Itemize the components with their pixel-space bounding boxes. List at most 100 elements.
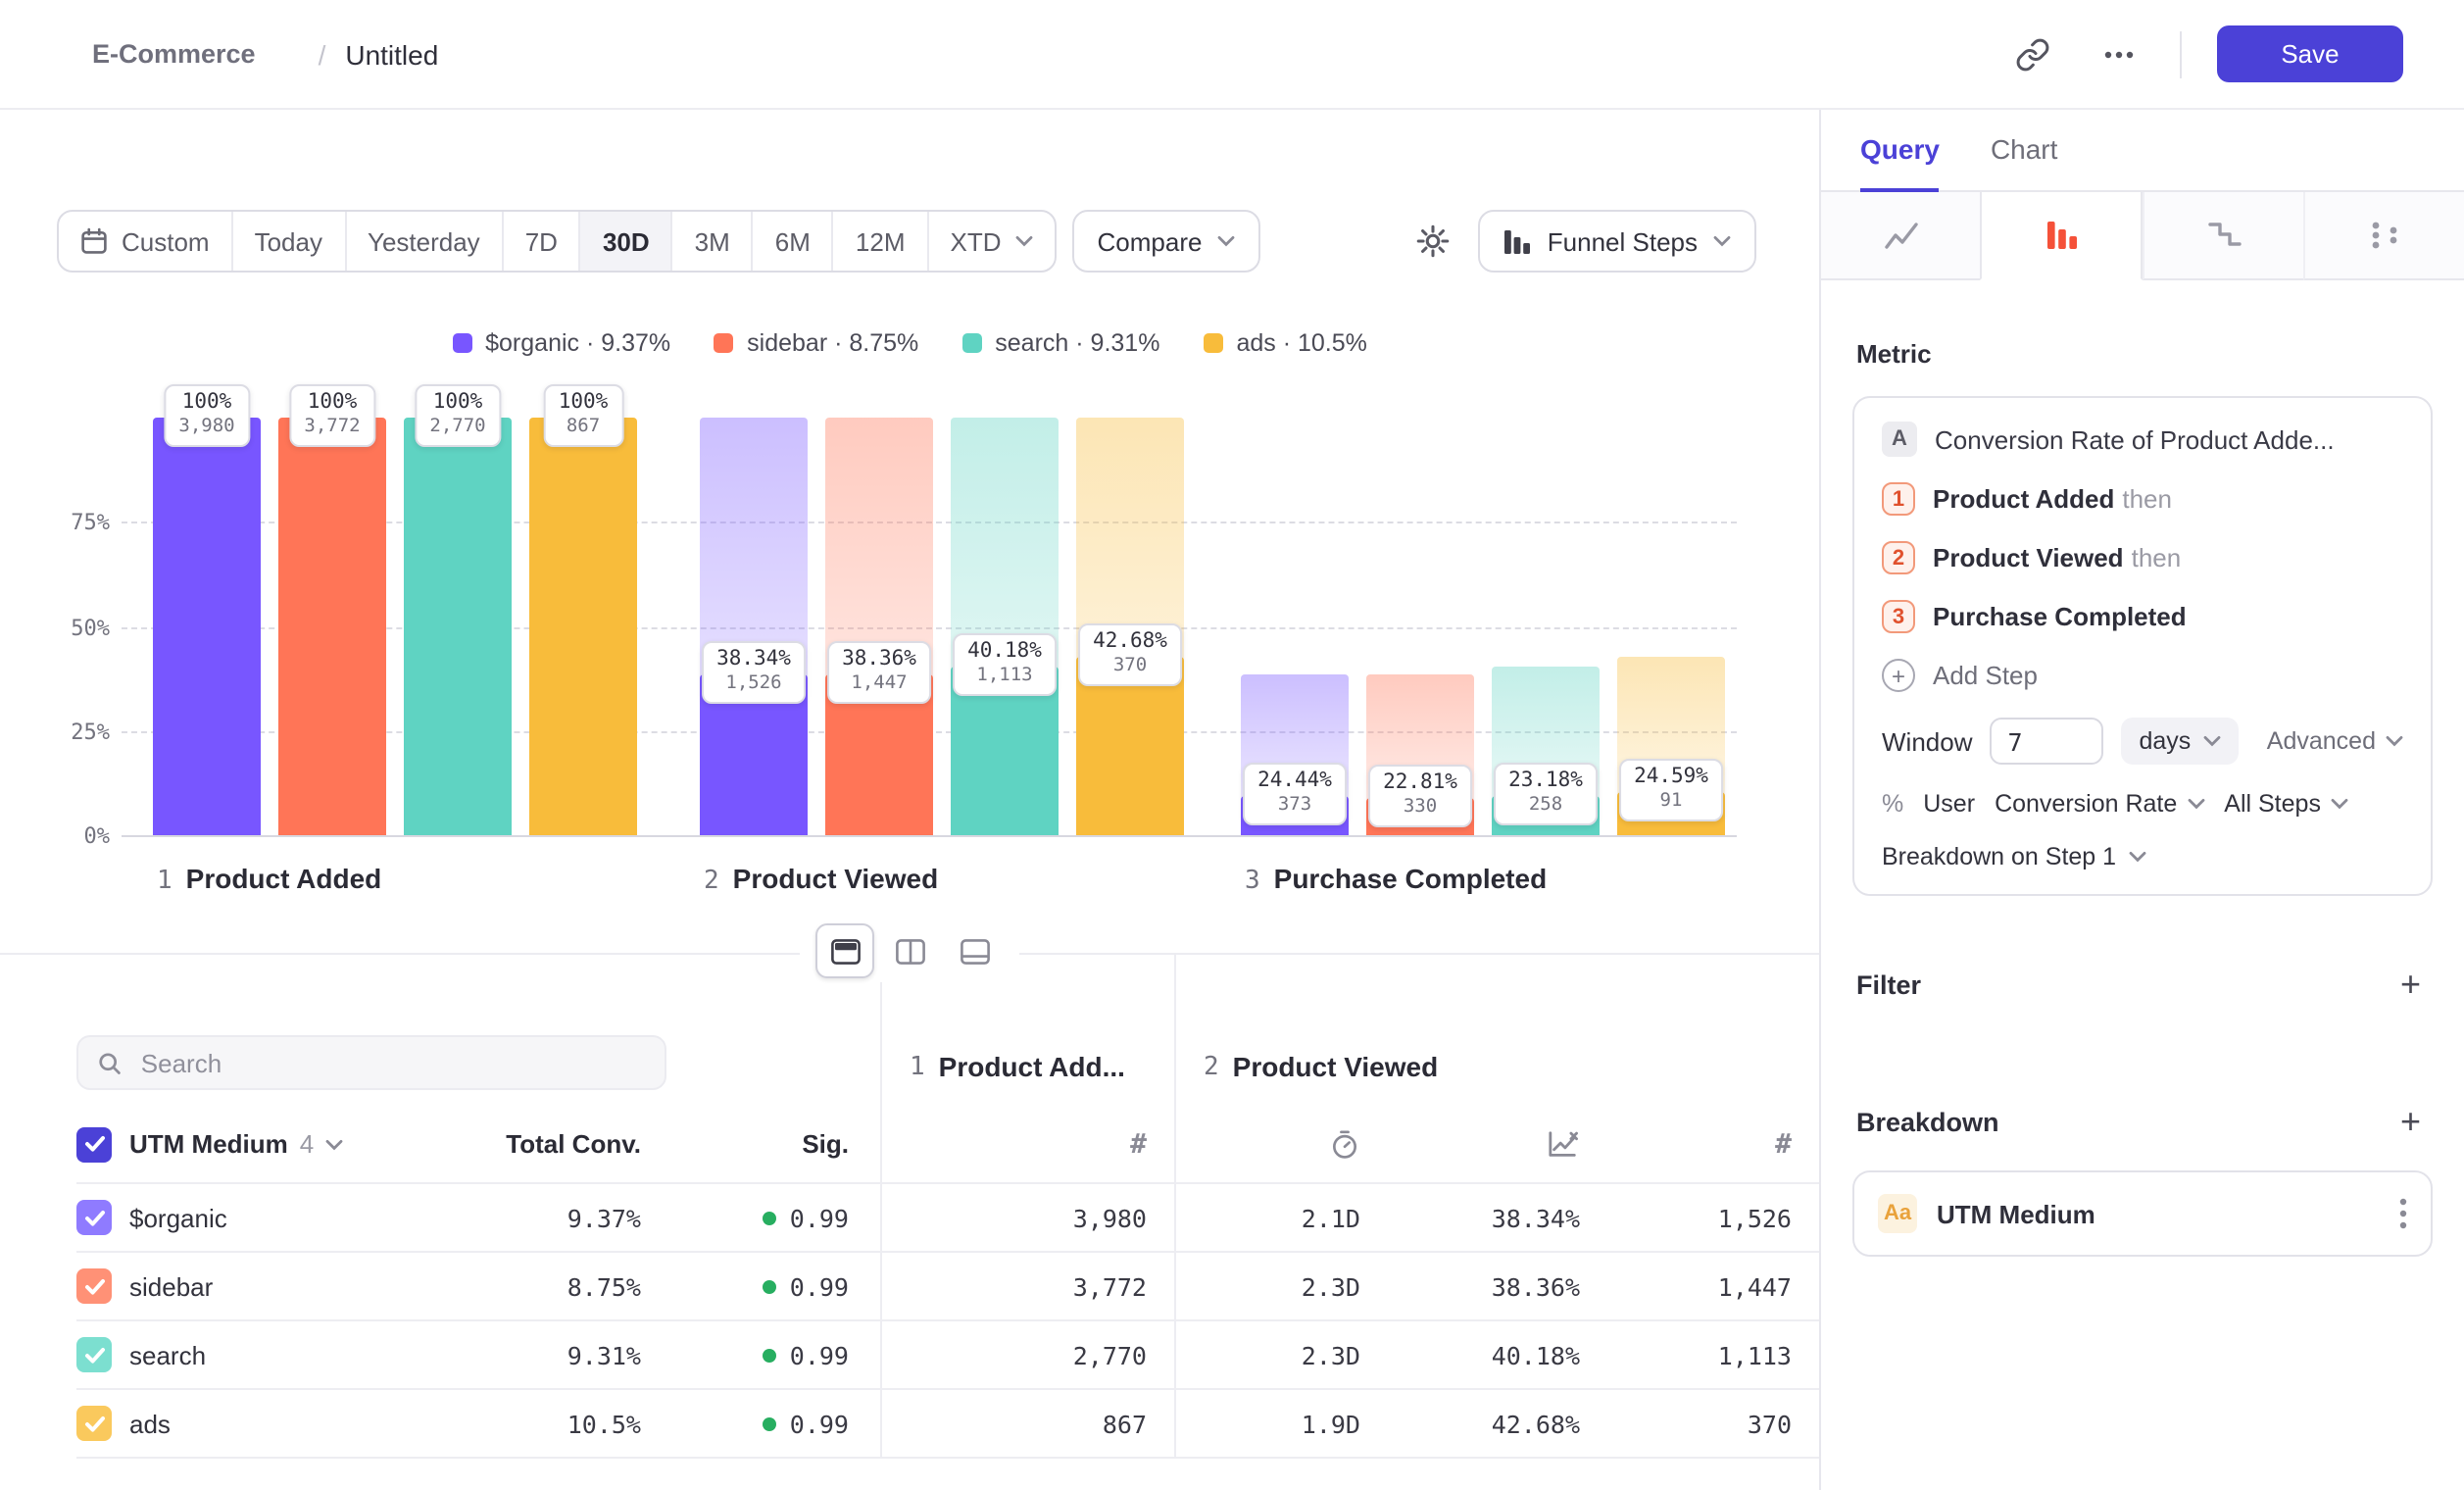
add-breakdown-button[interactable]: + xyxy=(2400,1104,2421,1139)
measurement-row: % User Conversion Rate All Steps xyxy=(1882,790,2403,818)
funnel-bar-organic-step1[interactable] xyxy=(153,418,261,835)
tab-flows[interactable] xyxy=(2303,192,2464,280)
measure-scope-dropdown[interactable]: All Steps xyxy=(2224,790,2348,818)
add-step-row[interactable]: + Add Step xyxy=(1882,659,2403,692)
row-checkbox[interactable] xyxy=(76,1200,112,1235)
date-range-custom[interactable]: Custom xyxy=(59,212,231,271)
row-checkbox[interactable] xyxy=(76,1406,112,1441)
metric-step-3[interactable]: 3 Purchase Completed xyxy=(1882,600,2403,633)
row-step2-conv-pct: 42.68% xyxy=(1360,1390,1580,1459)
tab-query[interactable]: Query xyxy=(1860,110,1940,192)
step2-number: 2 xyxy=(1204,1053,1219,1082)
avg-time-icon xyxy=(1329,1128,1360,1160)
row-checkbox-cell xyxy=(76,1321,129,1390)
measure-user[interactable]: User xyxy=(1923,790,1975,818)
search-box[interactable] xyxy=(76,1035,666,1090)
breadcrumb-report-title[interactable]: Untitled xyxy=(345,38,438,70)
search-input[interactable] xyxy=(137,1046,645,1079)
window-value-input[interactable] xyxy=(1991,718,2104,765)
measure-type-dropdown[interactable]: Conversion Rate xyxy=(1995,790,2204,818)
metric-step-1[interactable]: 1 Product Addedthen xyxy=(1882,482,2403,516)
date-range-today[interactable]: Today xyxy=(231,212,344,271)
kebab-menu-icon[interactable] xyxy=(2399,1198,2407,1229)
row-name-search[interactable]: search xyxy=(129,1321,425,1390)
step2-count-column-icon-cell[interactable]: # xyxy=(1580,1106,1819,1184)
funnel-plot: 75%50%25%0%100%3,98038.34%1,52624.44%373… xyxy=(0,418,1819,835)
legend-item-sidebar[interactable]: sidebar · 8.75% xyxy=(714,329,918,357)
date-range-3m[interactable]: 3M xyxy=(671,212,752,271)
row-checkbox-cell xyxy=(76,1390,129,1459)
legend-swatch xyxy=(1203,333,1222,353)
group-column-header[interactable]: UTM Medium 4 xyxy=(129,1106,425,1184)
table-step2-header: 2 Product Viewed xyxy=(1174,955,1819,1106)
settings-gear-icon[interactable] xyxy=(1408,216,1459,267)
add-filter-button[interactable]: + xyxy=(2400,967,2421,1002)
row-step1-count: 2,770 xyxy=(880,1321,1174,1390)
significance-dot xyxy=(763,1279,776,1293)
tab-chart[interactable]: Chart xyxy=(1991,110,2057,192)
breakdown-property-label: UTM Medium xyxy=(1937,1199,2380,1228)
row-checkbox[interactable] xyxy=(76,1337,112,1372)
row-sig: 0.99 xyxy=(641,1253,849,1321)
tab-funnels[interactable] xyxy=(1980,192,2143,280)
layout-toggle xyxy=(800,919,1019,982)
breakdown-label: Breakdown xyxy=(1856,1107,1999,1136)
legend-item-search[interactable]: search · 9.31% xyxy=(961,329,1159,357)
tab-retention[interactable] xyxy=(2143,192,2303,280)
breakdown-property-card[interactable]: Aa UTM Medium xyxy=(1852,1170,2433,1257)
metric-section-label: Metric xyxy=(1856,339,2429,369)
share-link-icon[interactable] xyxy=(2007,28,2058,79)
bar-value-label: 100%3,772 xyxy=(288,384,375,447)
metric-title-row[interactable]: A Conversion Rate of Product Adde... xyxy=(1882,422,2403,457)
window-row: Window days Advanced xyxy=(1882,718,2403,765)
date-range-yesterday[interactable]: Yesterday xyxy=(344,212,502,271)
legend-swatch xyxy=(961,333,981,353)
funnel-bar-ads-step1[interactable] xyxy=(529,418,637,835)
funnel-bar-sidebar-step1[interactable] xyxy=(278,418,386,835)
advanced-dropdown[interactable]: Advanced xyxy=(2267,727,2403,755)
row-step2-count: 1,113 xyxy=(1580,1321,1819,1390)
date-range-segmented-control: CustomTodayYesterday7D30D3M6M12MXTD xyxy=(57,210,1057,273)
row-total-conv: 10.5% xyxy=(425,1390,641,1459)
breadcrumb-project[interactable]: E-Commerce xyxy=(57,39,299,69)
save-button[interactable]: Save xyxy=(2217,25,2403,82)
funnel-step-label: 1Product Added xyxy=(157,863,381,896)
step2-time-column-icon-cell[interactable] xyxy=(1174,1106,1360,1184)
row-total-conv: 9.37% xyxy=(425,1184,641,1253)
step2-rate-column-icon-cell[interactable] xyxy=(1360,1106,1580,1184)
row-checkbox[interactable] xyxy=(76,1268,112,1304)
layout-bottom-panel-button[interactable] xyxy=(945,923,1004,978)
date-range-6m[interactable]: 6M xyxy=(752,212,832,271)
legend-item-organic[interactable]: $organic · 9.37% xyxy=(452,329,670,357)
more-options-icon[interactable] xyxy=(2094,28,2144,79)
tab-insights[interactable] xyxy=(1821,192,1980,280)
date-range-7d[interactable]: 7D xyxy=(502,212,579,271)
compare-button[interactable]: Compare xyxy=(1072,210,1261,273)
window-unit-select[interactable]: days xyxy=(2122,718,2239,765)
breakdown-on-step-dropdown[interactable]: Breakdown on Step 1 xyxy=(1882,843,2403,870)
row-name-sidebar[interactable]: sidebar xyxy=(129,1253,425,1321)
row-name-organic[interactable]: $organic xyxy=(129,1184,425,1253)
legend-item-ads[interactable]: ads · 10.5% xyxy=(1203,329,1366,357)
gap-cell xyxy=(849,1184,880,1253)
significance-dot xyxy=(763,1211,776,1224)
row-checkbox-cell xyxy=(76,1184,129,1253)
filter-section-header: Filter + xyxy=(1821,967,2464,1002)
select-all-checkbox[interactable] xyxy=(76,1126,112,1162)
metric-step-2[interactable]: 2 Product Viewedthen xyxy=(1882,541,2403,574)
step1-count-column-icon-cell[interactable]: # xyxy=(880,1106,1174,1184)
chart-type-button[interactable]: Funnel Steps xyxy=(1479,210,1756,273)
sig-header[interactable]: Sig. xyxy=(641,1106,849,1184)
row-step1-count: 867 xyxy=(880,1390,1174,1459)
row-step2-count: 370 xyxy=(1580,1390,1819,1459)
row-name-ads[interactable]: ads xyxy=(129,1390,425,1459)
date-range-xtd[interactable]: XTD xyxy=(927,212,1055,271)
layout-split-vertical-button[interactable] xyxy=(880,923,939,978)
funnel-bar-search-step1[interactable] xyxy=(404,418,512,835)
row-step2-avg-time: 2.3D xyxy=(1174,1321,1360,1390)
layout-split-horizontal-button[interactable] xyxy=(815,923,874,978)
total-conv-header[interactable]: Total Conv. xyxy=(425,1106,641,1184)
date-range-30d[interactable]: 30D xyxy=(579,212,671,271)
count-icon: # xyxy=(1775,1128,1792,1160)
date-range-12m[interactable]: 12M xyxy=(832,212,927,271)
